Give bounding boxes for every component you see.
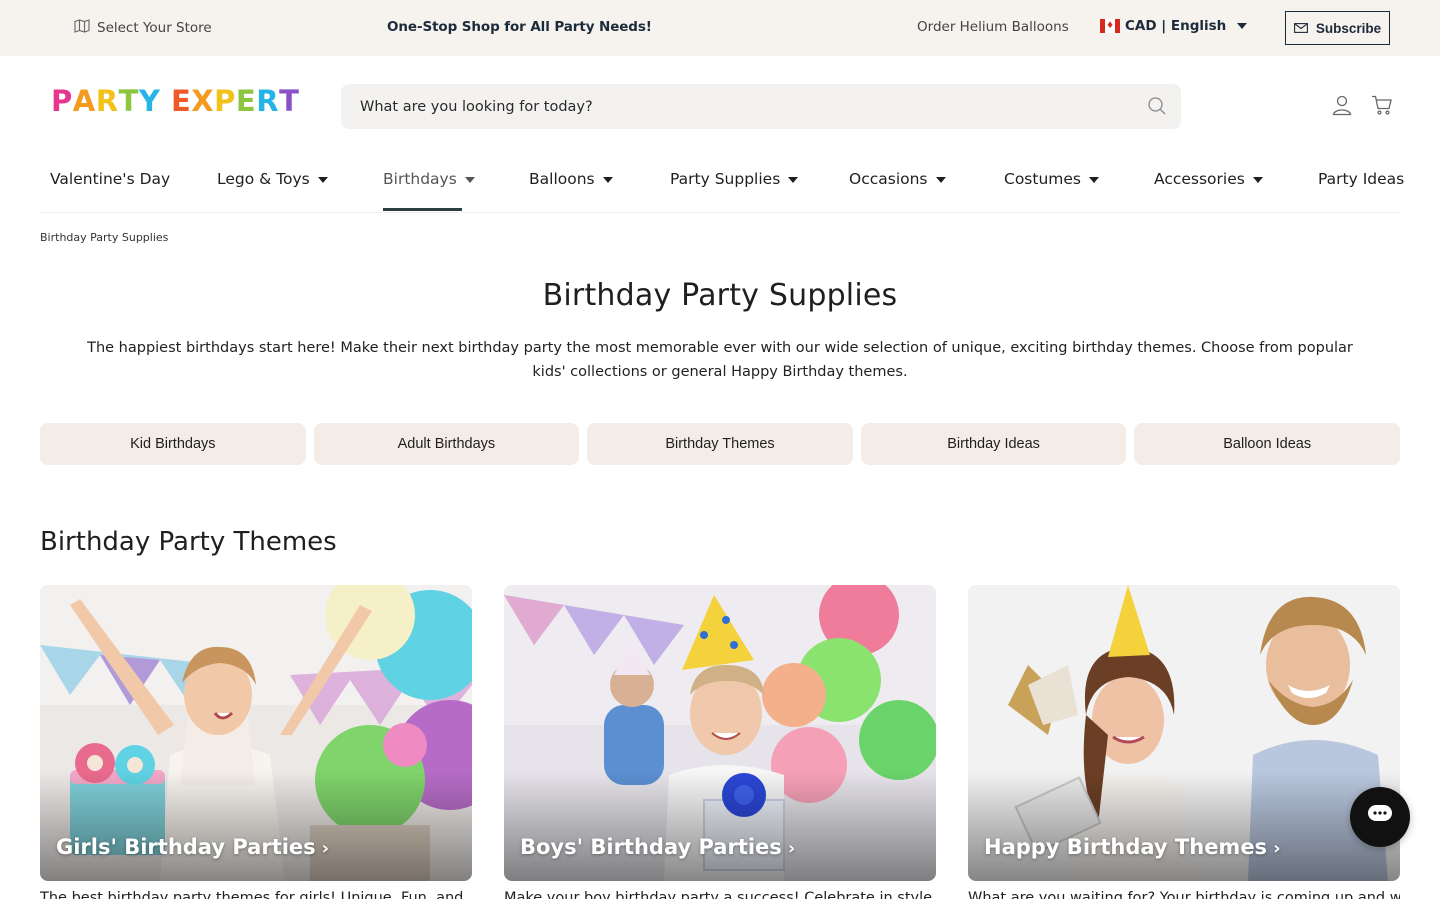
select-store-label: Select Your Store [97,20,212,36]
nav-item-label: Balloons [529,170,595,188]
main-nav: Valentine's Day Lego & Toys Birthdays Ba… [0,160,1440,212]
nav-item-label: Birthdays [383,170,457,188]
section-title: Birthday Party Themes [40,527,337,557]
card-title-text: Boys' Birthday Parties [520,835,782,859]
logo-letter: R [95,84,119,118]
chevron-down-icon [602,177,613,183]
card-title: Happy Birthday Themes › [984,835,1280,859]
subscribe-label: Subscribe [1315,20,1382,36]
page-title: Birthday Party Supplies [542,278,898,313]
chat-button[interactable] [1350,787,1410,847]
promo-text: One-Stop Shop for All Party Needs! [387,19,652,35]
card-title: Girls' Birthday Parties › [56,835,329,859]
search-input[interactable] [360,84,1140,129]
nav-item-label: Costumes [1004,170,1081,188]
envelope-icon [1293,21,1308,36]
theme-card-girls[interactable]: Girls' Birthday Parties › [40,585,472,881]
card-shade [504,771,936,881]
chevron-down-icon [788,177,799,183]
party-expert-logo[interactable]: PARTY EXPERT [51,83,299,119]
canada-flag-icon: ♦ [1100,19,1120,33]
logo-letter: P [214,84,236,118]
nav-divider [40,212,1400,213]
map-icon [74,19,90,37]
nav-item-birthdays[interactable]: Birthdays [383,170,475,210]
nav-item-lego-toys[interactable]: Lego & Toys [217,170,328,210]
pill-birthday-themes[interactable]: Birthday Themes [587,423,853,465]
nav-item-label: Accessories [1154,170,1245,188]
theme-card-boys[interactable]: Boys' Birthday Parties › [504,585,936,881]
logo-letter: T [118,84,139,118]
card-description: The best birthday party themes for girls… [40,890,464,899]
select-store-link[interactable]: Select Your Store [74,19,212,37]
search-bar [341,84,1181,129]
page-intro: The happiest birthdays start here! Make … [87,340,1353,380]
logo-letter: A [72,84,96,118]
helium-balloons-link[interactable]: Order Helium Balloons [917,19,1069,35]
chevron-right-icon: › [787,838,796,859]
chevron-right-icon: › [321,838,330,859]
chevron-right-icon: › [1273,838,1281,859]
chevron-down-icon [1089,177,1099,183]
chevron-down-icon [317,177,328,183]
chevron-down-icon [935,177,946,183]
card-title: Boys' Birthday Parties › [520,835,795,859]
breadcrumb[interactable]: Birthday Party Supplies [40,231,168,244]
logo-letter: T [279,84,300,118]
nav-item-label: Valentine's Day [50,170,171,188]
pill-kid-birthdays[interactable]: Kid Birthdays [40,423,306,465]
theme-card-happy-birthday[interactable]: Happy Birthday Themes › [968,585,1400,881]
category-pills: Kid Birthdays Adult Birthdays Birthday T… [40,423,1400,465]
card-title-text: Happy Birthday Themes [984,835,1268,859]
nav-item-party-supplies[interactable]: Party Supplies [670,170,799,210]
chevron-down-icon [464,177,475,183]
nav-item-label: Party Ideas [1318,170,1405,188]
card-title-text: Girls' Birthday Parties [56,835,316,859]
pill-adult-birthdays[interactable]: Adult Birthdays [313,423,580,465]
currency-language-label: CAD | English [1125,18,1227,34]
chevron-down-icon [1252,177,1263,183]
nav-item-party-ideas[interactable]: Party Ideas [1318,170,1404,210]
logo-letter: X [191,84,215,118]
card-description: What are you waiting for? Your birthday … [968,890,1400,899]
logo-letter: E [170,84,192,118]
pill-birthday-ideas[interactable]: Birthday Ideas [860,423,1127,465]
pill-balloon-ideas[interactable]: Balloon Ideas [1134,423,1400,465]
card-shade [40,771,472,881]
logo-letter [160,83,171,119]
search-icon[interactable] [1147,96,1167,120]
nav-item-label: Lego & Toys [217,170,310,188]
nav-item-valentines-day[interactable]: Valentine's Day [50,170,170,210]
nav-item-label: Occasions [849,170,928,188]
currency-language-selector[interactable]: ♦ CAD | English [1100,18,1248,34]
active-nav-indicator [383,208,462,211]
logo-letter: E [235,84,257,118]
logo-letter: Y [138,84,161,118]
nav-item-label: Party Supplies [670,170,781,188]
card-shade [968,771,1400,881]
theme-cards: Girls' Birthday Parties › Boys' Birthday… [40,585,1400,881]
account-icon[interactable] [1331,94,1353,120]
cart-icon[interactable] [1371,95,1393,119]
top-bar: Select Your Store One-Stop Shop for All … [0,0,1440,56]
logo-letter: P [51,84,73,118]
nav-item-balloons[interactable]: Balloons [529,170,613,210]
logo-letter: R [256,84,280,118]
nav-item-occasions[interactable]: Occasions [849,170,946,210]
chat-bubble-icon [1367,804,1393,830]
nav-item-costumes[interactable]: Costumes [1004,170,1099,210]
nav-item-accessories[interactable]: Accessories [1154,170,1263,210]
chevron-down-icon [1237,23,1248,29]
card-description: Make your boy birthday party a success! … [504,890,936,899]
subscribe-button[interactable]: Subscribe [1285,11,1390,45]
